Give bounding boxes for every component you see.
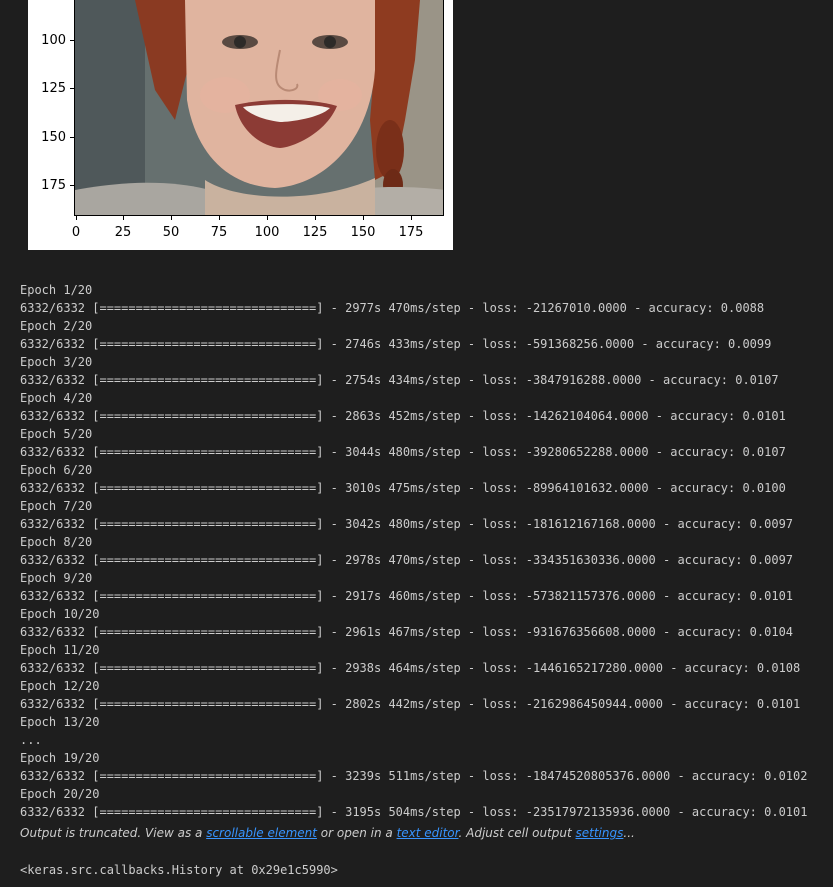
epoch-progress-line: 6332/6332 [=============================… [20,445,786,459]
scrollable-element-link[interactable]: scrollable element [206,826,317,840]
xtick-label: 25 [114,225,132,240]
epoch-header-line: Epoch 20/20 [20,787,100,801]
epoch-header-line: Epoch 2/20 [20,319,93,333]
epoch-progress-line: 6332/6332 [=============================… [20,661,801,675]
truncated-ellipsis: ... [623,826,635,840]
ytick-label: 125 [41,81,66,96]
xtick-mark [219,216,220,220]
epoch-progress-line: 6332/6332 [=============================… [20,409,786,423]
cell-result: <keras.src.callbacks.History at 0x29e1c5… [20,863,338,877]
epoch-progress-line: 6332/6332 [=============================… [20,769,808,783]
epoch-header-line: Epoch 13/20 [20,715,100,729]
epoch-progress-line: 6332/6332 [=============================… [20,553,794,567]
epoch-progress-line: 6332/6332 [=============================… [20,481,786,495]
ytick-label: 150 [41,130,66,145]
ellipsis-line: ... [20,733,42,747]
xtick-mark [363,216,364,220]
truncated-suffix: . Adjust cell output [458,826,576,840]
epoch-header-line: Epoch 10/20 [20,607,100,621]
epoch-header-line: Epoch 12/20 [20,679,100,693]
ytick-mark [70,40,74,41]
epoch-header-line: Epoch 6/20 [20,463,93,477]
output-truncated-notice: Output is truncated. View as a scrollabl… [20,826,635,840]
xtick-label: 125 [302,225,328,240]
image-plot: 100 125 150 175 0 25 50 75 100 125 150 1… [28,0,453,250]
epoch-header-line: Epoch 11/20 [20,643,100,657]
ytick-label: 175 [41,178,66,193]
epoch-progress-line: 6332/6332 [=============================… [20,373,779,387]
xtick-label: 75 [210,225,228,240]
settings-link[interactable]: settings [576,826,624,840]
epoch-progress-line: 6332/6332 [=============================… [20,805,808,819]
xtick-label: 150 [350,225,376,240]
face-image [74,0,444,216]
training-output: Epoch 1/20 6332/6332 [===================… [20,281,820,821]
epoch-header-line: Epoch 8/20 [20,535,93,549]
face-illustration [75,0,443,215]
xtick-label: 175 [398,225,424,240]
epoch-header-line: Epoch 9/20 [20,571,93,585]
ytick-mark [70,185,74,186]
ytick-mark [70,137,74,138]
epoch-header-line: Epoch 7/20 [20,499,93,513]
xtick-label: 0 [71,225,81,240]
xtick-mark [76,216,77,220]
truncated-prefix: Output is truncated. View as a [20,826,207,840]
epoch-progress-line: 6332/6332 [=============================… [20,625,794,639]
epoch-progress-line: 6332/6332 [=============================… [20,697,801,711]
epoch-progress-line: 6332/6332 [=============================… [20,337,772,351]
epoch-progress-line: 6332/6332 [=============================… [20,517,794,531]
truncated-middle: or open in a [316,826,397,840]
xtick-mark [411,216,412,220]
xtick-mark [123,216,124,220]
xtick-mark [315,216,316,220]
xtick-label: 50 [162,225,180,240]
epoch-header-line: Epoch 1/20 [20,283,93,297]
xtick-label: 100 [254,225,280,240]
epoch-header-line: Epoch 3/20 [20,355,93,369]
epoch-progress-line: 6332/6332 [=============================… [20,589,794,603]
xtick-mark [171,216,172,220]
epoch-header-line: Epoch 5/20 [20,427,93,441]
text-editor-link[interactable]: text editor [397,826,459,840]
xtick-mark [267,216,268,220]
ytick-mark [70,88,74,89]
epoch-progress-line: 6332/6332 [=============================… [20,301,765,315]
epoch-header-line: Epoch 4/20 [20,391,93,405]
epoch-header-line: Epoch 19/20 [20,751,100,765]
ytick-label: 100 [41,33,66,48]
